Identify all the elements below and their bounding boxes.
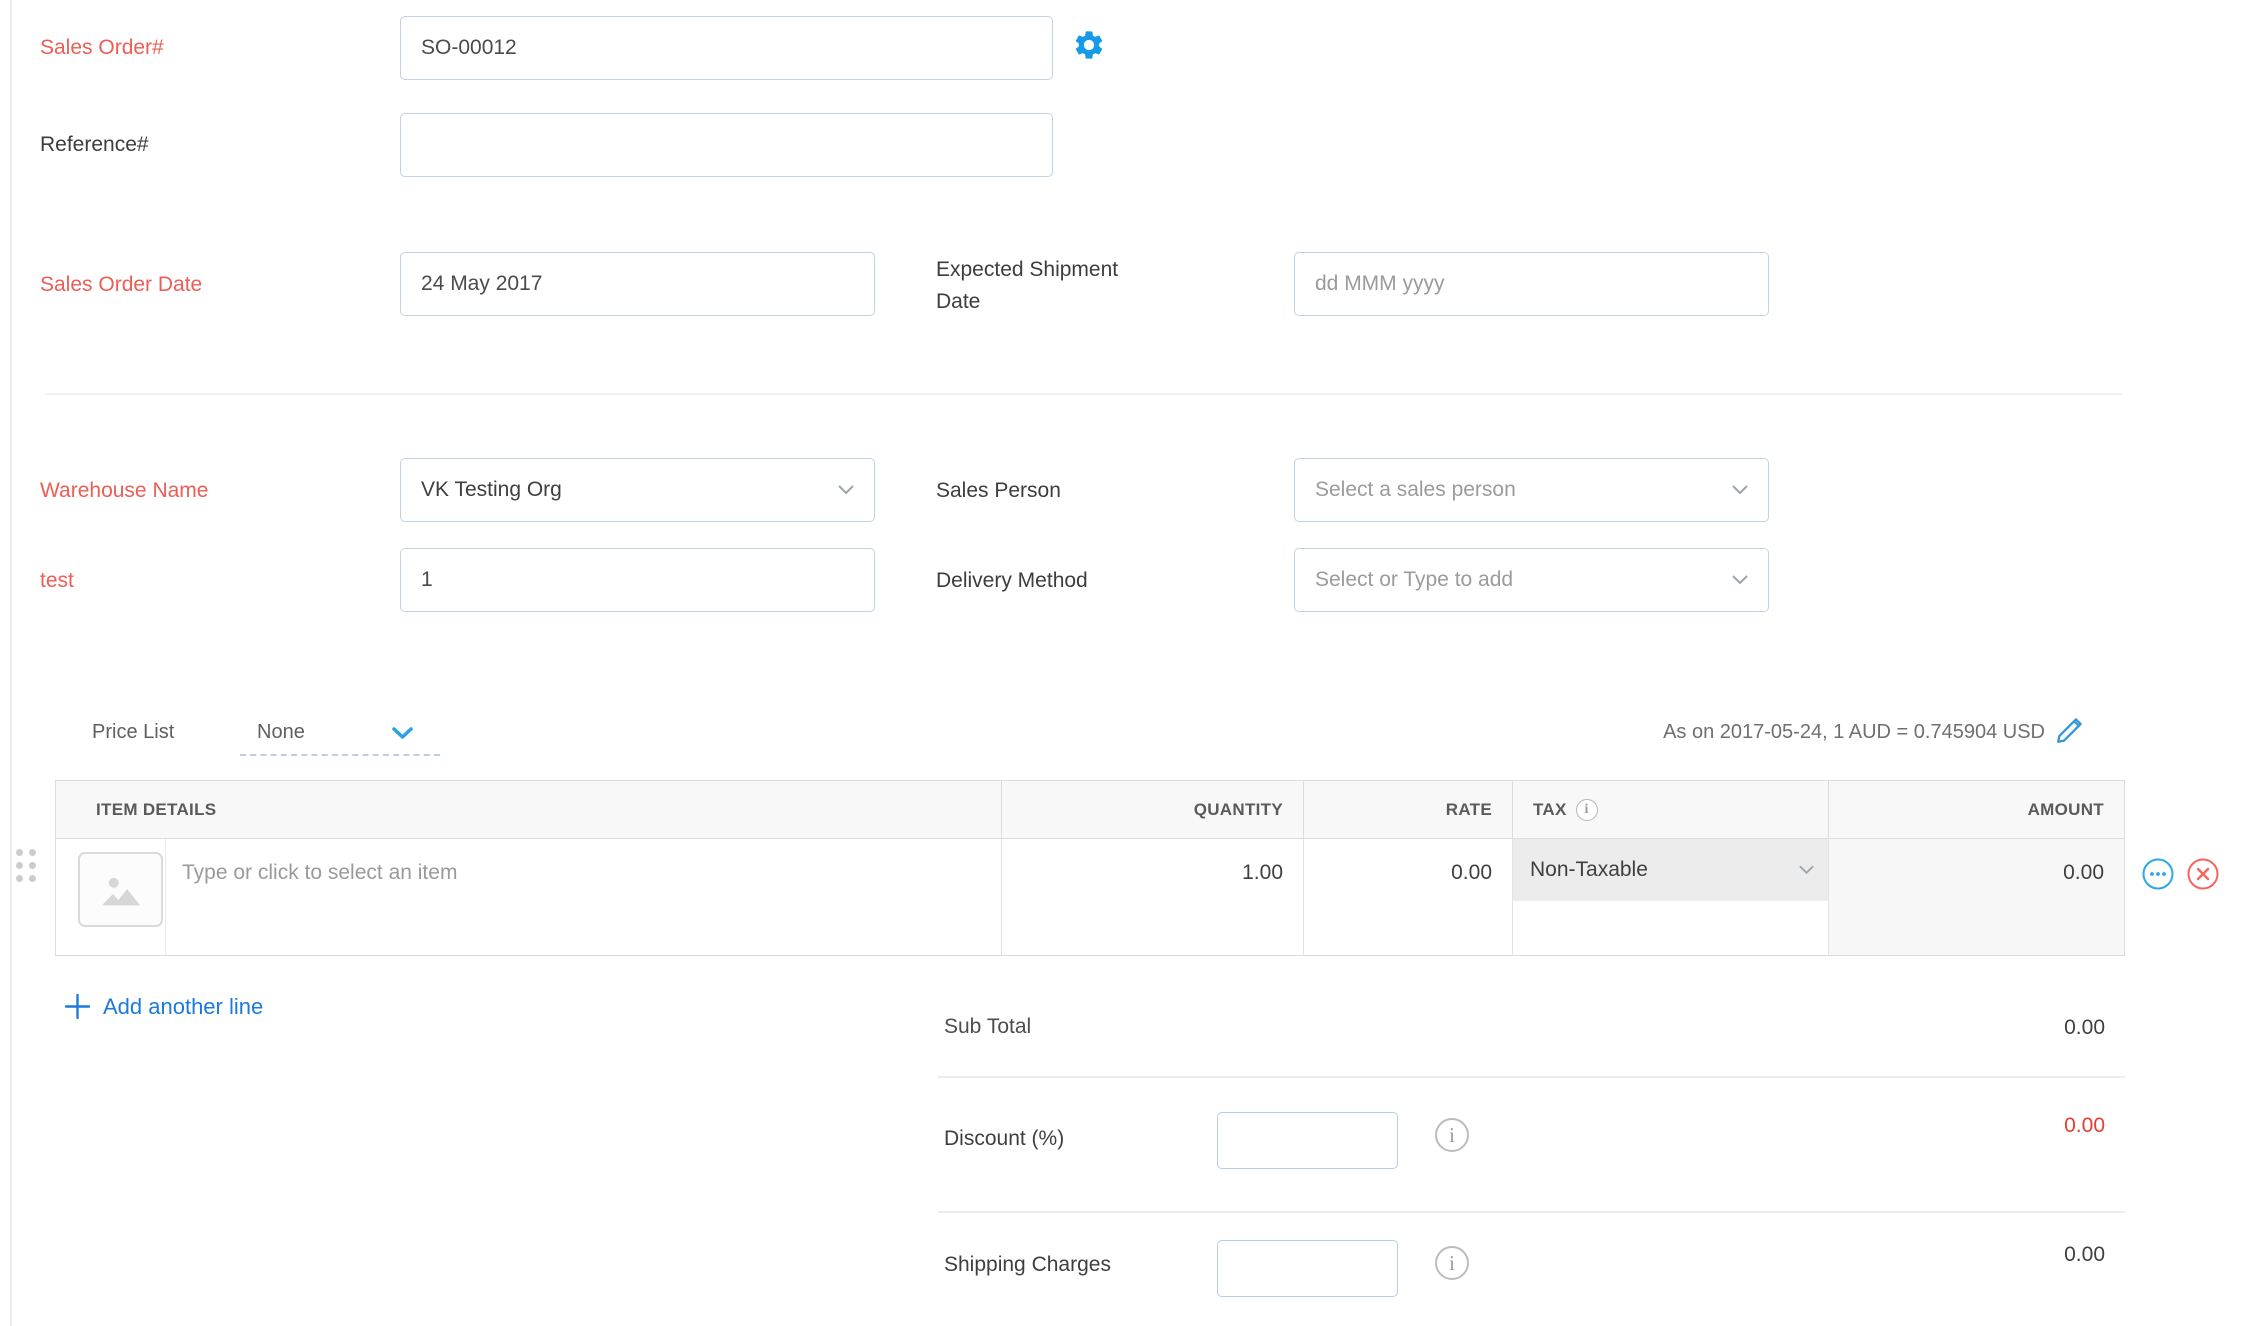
chevron-down-icon [392,727,413,739]
discount-value: 0.00 [2064,1114,2105,1137]
sales-person-select[interactable]: Select a sales person [1294,458,1769,522]
warehouse-select[interactable]: VK Testing Org [400,458,875,522]
chevron-down-icon [1799,865,1814,875]
item-image-cell [56,839,166,955]
items-table: ITEM DETAILS QUANTITY RATE TAX i AMOUNT … [55,780,2125,956]
reference-number-label: Reference# [40,133,149,156]
sub-total-label: Sub Total [944,1015,1032,1038]
tax-select[interactable]: Non-Taxable [1513,839,1828,901]
header-quantity: QUANTITY [1002,781,1304,838]
row-drag-handle[interactable] [16,849,42,897]
item-details-cell: Type or click to select an item [56,839,1002,955]
shipping-charges-value: 0.00 [2064,1243,2105,1266]
amount-cell: 0.00 [1829,839,2124,955]
sales-order-date-label: Sales Order Date [40,273,203,296]
item-row: Type or click to select an item 1.00 0.0… [56,839,2124,955]
warehouse-select-value: VK Testing Org [421,478,562,501]
chevron-down-icon [1732,575,1748,585]
price-list-value: None [257,721,305,743]
delivery-method-label: Delivery Method [936,569,1088,592]
section-divider [45,393,2122,395]
header-tax-text: TAX [1533,799,1567,819]
row-more-options-icon[interactable] [2141,857,2175,891]
price-list-underline [240,754,440,756]
header-item-details: ITEM DETAILS [56,781,1002,838]
sales-order-number-label: Sales Order# [40,36,164,59]
discount-input[interactable] [1217,1112,1398,1169]
discount-label: Discount (%) [944,1127,1065,1150]
tax-info-icon[interactable]: i [1575,798,1598,821]
left-panel-divider [10,0,12,1326]
add-another-line-label: Add another line [103,993,264,1019]
sub-total-value: 0.00 [2064,1016,2105,1039]
quantity-cell[interactable]: 1.00 [1002,839,1304,955]
amount-value: 0.00 [2063,861,2104,884]
expected-shipment-date-label: Expected Shipment Date [936,254,1216,318]
chevron-down-icon [838,485,854,495]
summary-divider [938,1076,2125,1078]
delivery-method-select[interactable]: Select or Type to add [1294,548,1769,612]
test-field-input[interactable] [400,548,875,612]
price-list-label: Price List [92,721,175,743]
header-tax: TAX i [1513,781,1829,838]
rate-cell[interactable]: 0.00 [1304,839,1513,955]
header-amount-text: AMOUNT [2027,799,2104,819]
sales-order-date-input[interactable] [400,252,875,316]
expected-shipment-date-input[interactable] [1294,252,1769,316]
test-field-label: test [40,569,74,592]
items-table-header: ITEM DETAILS QUANTITY RATE TAX i AMOUNT [56,781,2124,839]
item-select-input[interactable]: Type or click to select an item [166,839,457,955]
sales-order-number-input[interactable] [400,16,1053,80]
delivery-method-select-placeholder: Select or Type to add [1315,568,1514,591]
add-another-line-button[interactable]: Add another line [64,993,263,1020]
discount-info-icon[interactable]: i [1435,1118,1469,1152]
shipping-charges-label: Shipping Charges [944,1253,1111,1276]
edit-pencil-icon[interactable] [2053,712,2089,748]
sales-order-form: Sales Order# Reference# Sales Order Date… [0,0,2264,1326]
tax-select-value: Non-Taxable [1530,858,1648,881]
shipping-info-icon[interactable]: i [1435,1246,1469,1280]
expected-shipment-date-label-line2: Date [936,290,981,313]
sales-person-label: Sales Person [936,479,1061,502]
summary-divider [938,1211,2125,1213]
header-quantity-text: QUANTITY [1193,799,1283,819]
plus-icon [64,993,91,1020]
row-delete-icon[interactable] [2186,857,2220,891]
expected-shipment-date-label-line1: Expected Shipment [936,258,1119,281]
header-rate-text: RATE [1445,799,1492,819]
gear-icon[interactable] [1072,28,1106,62]
header-amount: AMOUNT [1829,781,2124,838]
shipping-charges-input[interactable] [1217,1240,1398,1297]
price-list-select[interactable]: None [240,714,445,756]
header-item-details-text: ITEM DETAILS [96,799,217,819]
exchange-rate-note: As on 2017-05-24, 1 AUD = 0.745904 USD [1663,721,2045,743]
tax-cell: Non-Taxable [1513,839,1829,955]
warehouse-name-label: Warehouse Name [40,479,209,502]
chevron-down-icon [1732,485,1748,495]
header-rate: RATE [1304,781,1513,838]
reference-number-input[interactable] [400,113,1053,177]
item-image-placeholder-icon[interactable] [78,852,163,927]
sales-person-select-placeholder: Select a sales person [1315,478,1516,501]
